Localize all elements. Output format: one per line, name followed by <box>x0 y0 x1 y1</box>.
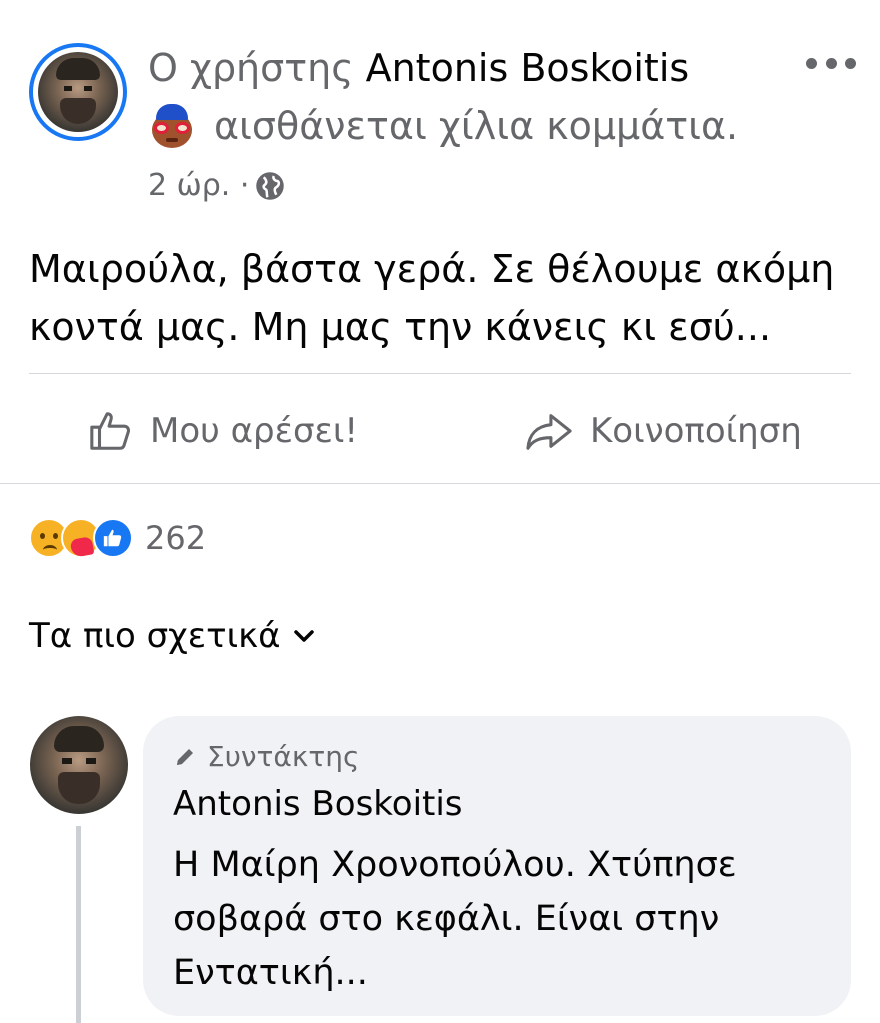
avatar-photo <box>38 52 118 132</box>
like-reaction-icon <box>93 518 133 558</box>
post-author-avatar[interactable] <box>29 43 127 141</box>
thread-line <box>76 826 81 1023</box>
divider <box>0 483 880 484</box>
thumbs-up-icon <box>90 412 131 450</box>
share-arrow-icon <box>526 414 572 450</box>
author-badge-label: Συντάκτης <box>207 740 360 773</box>
pencil-icon <box>177 748 193 765</box>
share-label: Κοινοποίηση <box>590 411 802 451</box>
more-options-button[interactable] <box>806 48 856 78</box>
share-button[interactable]: Κοινοποίηση <box>524 401 802 461</box>
comment-text: Η Μαίρη Χρονοπούλου. Χτύπησε σοβαρά στο … <box>173 845 737 993</box>
chevron-down-icon <box>293 630 314 642</box>
reactions-summary[interactable]: 262 <box>29 514 206 562</box>
like-button[interactable]: Μου αρέσει! <box>88 401 358 461</box>
reaction-count: 262 <box>145 519 207 557</box>
post-author-name[interactable]: Antonis Boskoitis <box>366 46 690 90</box>
feeling-line: αισθάνεται χίλια κομμάτια. <box>148 100 738 152</box>
comment-author-name[interactable]: Antonis Boskoitis <box>173 780 463 828</box>
like-label: Μου αρέσει! <box>150 411 359 451</box>
dot-icon <box>845 57 856 69</box>
comment-author-avatar[interactable] <box>30 716 128 814</box>
comment-bubble: Συντάκτης Antonis Boskoitis Η Μαίρη Χρον… <box>143 716 851 1016</box>
globe-icon <box>256 172 285 200</box>
comment-sort-dropdown[interactable]: Τα πιο σχετικά <box>29 612 315 660</box>
post-page: Ο χρήστης Antonis Boskoitis αισθάνεται χ… <box>0 0 880 1023</box>
action-bar: Μου αρέσει! Κοινοποίηση <box>0 395 880 467</box>
dot-icon <box>825 57 837 69</box>
status-line: Ο χρήστης Antonis Boskoitis <box>148 42 689 94</box>
post-time[interactable]: 2 ώρ. · <box>148 164 249 208</box>
sort-label: Τα πιο σχετικά <box>29 616 281 656</box>
dot-icon <box>806 57 817 69</box>
post-meta: 2 ώρ. · <box>148 164 285 208</box>
post-text: Μαιρούλα, βάστα γερά. Σε θέλουμε ακόμη κ… <box>29 247 835 349</box>
feeling-emoji-icon <box>148 102 196 150</box>
divider <box>29 373 851 374</box>
author-badge: Συντάκτης <box>173 740 359 773</box>
status-prefix: Ο χρήστης <box>148 46 354 90</box>
feeling-text: αισθάνεται χίλια κομμάτια. <box>214 104 739 148</box>
